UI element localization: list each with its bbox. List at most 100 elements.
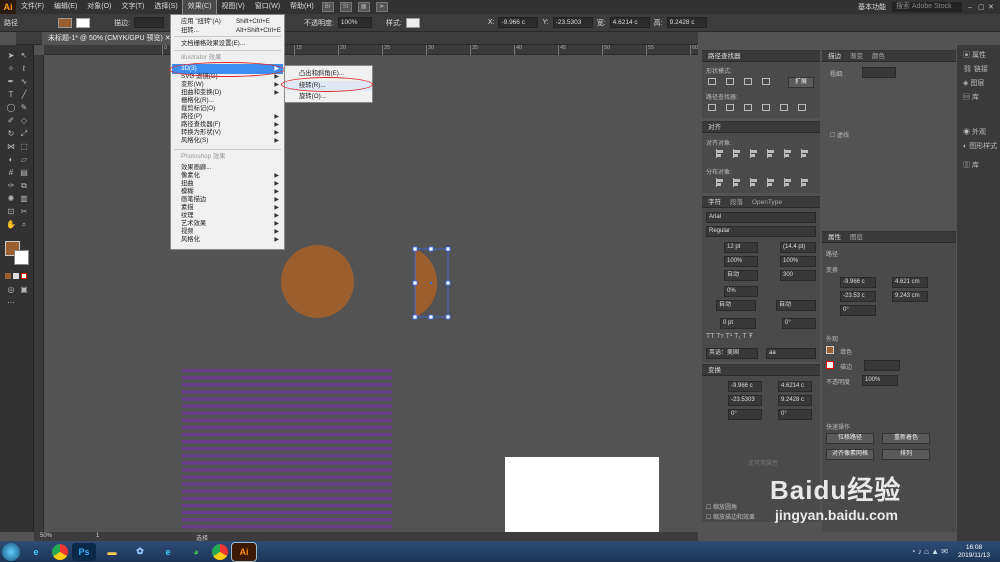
artboard-tool-icon[interactable]: ⊡ xyxy=(6,207,16,216)
divide-icon[interactable] xyxy=(708,104,716,111)
explorer-icon[interactable]: ▬ xyxy=(100,543,124,561)
properties-x-input[interactable]: -9.966 c xyxy=(840,277,876,288)
line-tool-icon[interactable]: ╱ xyxy=(19,90,29,99)
slice-tool-icon[interactable]: ✂ xyxy=(19,207,29,216)
artboard-number[interactable]: 1 xyxy=(96,533,99,539)
gpu-icon[interactable]: ➤ xyxy=(375,2,388,12)
effect-menu-item[interactable]: 风格化(S) xyxy=(181,137,208,145)
zoom-level[interactable]: 50% xyxy=(40,533,52,539)
none-mode-icon[interactable] xyxy=(21,273,27,279)
font-style-select[interactable]: Regular xyxy=(706,226,816,237)
align-option-icon[interactable] xyxy=(801,149,810,158)
width-tool-icon[interactable]: ⋈ xyxy=(6,142,16,151)
opacity-input[interactable]: 100% xyxy=(337,17,372,28)
properties-w-input[interactable]: 4.621 cm xyxy=(892,277,928,288)
menu-object[interactable]: 对象(O) xyxy=(82,0,116,14)
perspective-icon[interactable]: ▱ xyxy=(19,155,29,164)
bridge-icon[interactable]: Br xyxy=(321,2,334,12)
effect-menu-item[interactable]: 风格化 xyxy=(181,236,200,244)
effect-menu-item[interactable]: 路径(P) xyxy=(181,113,202,121)
paintbrush-icon[interactable]: ✎ xyxy=(19,103,29,112)
ie-icon[interactable]: e xyxy=(24,543,48,561)
align-option-icon[interactable] xyxy=(733,178,742,187)
scale-corners-checkbox[interactable]: ☐ 缩放圆角 xyxy=(706,502,737,511)
effect-menu-item[interactable]: 模糊 xyxy=(181,188,194,196)
eyedropper-icon[interactable]: ✑ xyxy=(6,181,16,190)
effect-menu-item[interactable]: 文档栅格效果设置(E)... xyxy=(181,40,245,48)
align-option-icon[interactable] xyxy=(801,178,810,187)
lasso-icon[interactable]: ℓ xyxy=(19,64,29,73)
trim-icon[interactable] xyxy=(726,104,734,111)
scale-icon[interactable]: ⤢ xyxy=(19,129,29,138)
horizontal-scale-input[interactable]: 100% xyxy=(724,256,758,267)
effect-menu-item[interactable]: 画笔描边 xyxy=(181,196,206,204)
artboard[interactable] xyxy=(505,457,659,532)
tab-properties[interactable]: 属性 xyxy=(828,232,841,242)
unite-icon[interactable] xyxy=(708,78,716,85)
tab-color[interactable]: 颜色 xyxy=(872,51,885,61)
menu-item-rotate[interactable]: 旋转(O)... xyxy=(299,93,326,101)
align-option-icon[interactable] xyxy=(767,178,776,187)
tab-layers[interactable]: 图层 xyxy=(850,232,863,242)
font-family-select[interactable]: Arial xyxy=(706,212,816,223)
clock[interactable]: 16:08 2019/11/13 xyxy=(958,544,990,560)
kerning-input[interactable]: 自动 xyxy=(724,270,758,281)
menu-edit[interactable]: 编辑(E) xyxy=(49,0,82,14)
leading-input[interactable]: (14.4 pt) xyxy=(780,242,816,253)
stroke-color-icon[interactable] xyxy=(14,250,29,265)
effect-menu-item[interactable]: 栅格化(R)... xyxy=(181,97,214,105)
antialias-select[interactable]: aa xyxy=(766,348,816,359)
system-tray[interactable]: ◔ ♪ ⌂ ▲ ✉ xyxy=(911,547,948,556)
aki-right-input[interactable]: 自动 xyxy=(776,300,816,311)
shaper-icon[interactable]: ✐ xyxy=(6,116,16,125)
ellipse-tool-icon[interactable]: ◯ xyxy=(6,103,16,112)
pathfinder-title[interactable]: 路径查找器 xyxy=(702,51,820,62)
fill-swatch[interactable] xyxy=(58,17,72,28)
curvature-icon[interactable]: ∿ xyxy=(19,77,29,86)
stock-icon[interactable]: St xyxy=(339,2,352,12)
tracking-input[interactable]: 300 xyxy=(780,270,816,281)
dock-layers[interactable]: ◈ 图层 xyxy=(963,78,984,88)
selection-tool-icon[interactable]: ➤ xyxy=(6,51,16,60)
menu-view[interactable]: 视图(V) xyxy=(216,0,249,14)
menu-window[interactable]: 窗口(W) xyxy=(250,0,285,14)
half-circle-selected[interactable] xyxy=(410,246,452,320)
align-option-icon[interactable] xyxy=(733,149,742,158)
baseline-shift-input[interactable]: 0 pt xyxy=(720,318,756,329)
offset-path-button[interactable]: 位移路径 xyxy=(826,433,874,444)
ie-icon-2[interactable]: e xyxy=(156,543,180,561)
stroke-weight-input[interactable] xyxy=(133,17,164,28)
direct-selection-tool-icon[interactable]: ↖ xyxy=(19,51,29,60)
tab-paragraph[interactable]: 段落 xyxy=(730,197,743,207)
effect-menu-item[interactable]: 扭转... Alt+Shift+Ctrl+E xyxy=(181,27,281,35)
shape-builder-icon[interactable]: ◐ xyxy=(6,155,16,164)
gradient-icon[interactable]: ▤ xyxy=(19,168,29,177)
properties-y-input[interactable]: -23.53 c xyxy=(840,291,876,302)
pen-tool-icon[interactable]: ✒ xyxy=(6,77,16,86)
intersect-icon[interactable] xyxy=(744,78,752,85)
align-option-icon[interactable] xyxy=(784,149,793,158)
style-swatch[interactable] xyxy=(405,17,420,28)
appearance-stroke-swatch[interactable] xyxy=(826,361,834,369)
transform-shear-input[interactable]: 0° xyxy=(778,409,812,420)
char-rotation-input[interactable]: 0° xyxy=(782,318,816,329)
menu-file[interactable]: 文件(F) xyxy=(16,0,49,14)
align-option-icon[interactable] xyxy=(750,149,759,158)
dock-properties[interactable]: ▣ 属性 xyxy=(963,50,986,60)
transform-title[interactable]: 变换 xyxy=(702,365,820,376)
transform-w-input[interactable]: 4.6214 c xyxy=(778,381,812,392)
arrange-button[interactable]: 排列 xyxy=(882,449,930,460)
stroke-swatch[interactable] xyxy=(76,17,90,28)
transform-h-input[interactable]: 9.2428 c xyxy=(778,395,812,406)
chrome-icon-2[interactable] xyxy=(212,543,228,560)
search-field[interactable]: 搜索 Adobe Stock xyxy=(892,2,962,12)
effect-menu-item[interactable]: 纹理 xyxy=(181,212,194,220)
aki-left-input[interactable]: 自动 xyxy=(716,300,756,311)
recolor-button[interactable]: 重新着色 xyxy=(882,433,930,444)
tsume-input[interactable]: 0% xyxy=(724,286,758,297)
tab-opentype[interactable]: OpenType xyxy=(752,197,782,207)
dock-appearance[interactable]: ◉ 外观 xyxy=(963,127,986,137)
effect-menu-item[interactable]: 应用 "扭转"(A) Shift+Ctrl+E xyxy=(181,18,270,26)
transform-angle-input[interactable]: 0° xyxy=(728,409,762,420)
app-cloud-icon[interactable]: ✿ xyxy=(128,543,152,561)
